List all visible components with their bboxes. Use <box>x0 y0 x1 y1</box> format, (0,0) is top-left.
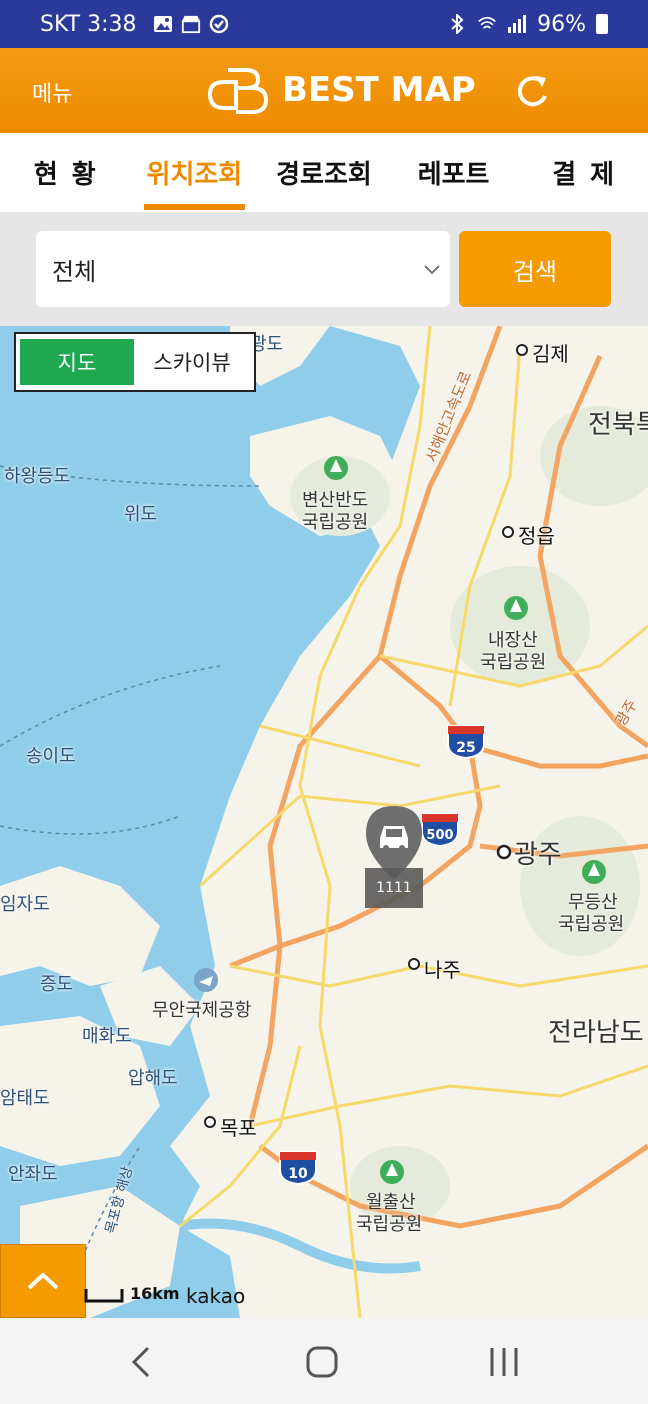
map-label-gwangju: 광주 <box>514 840 562 870</box>
highway-shield-25: 25 <box>446 724 486 760</box>
carrier-time: SKT 3:38 <box>40 11 137 37</box>
map-label-jeongeup: 정읍 <box>518 524 555 548</box>
battery-icon <box>596 14 608 34</box>
wifi-icon <box>477 14 497 34</box>
logo-text: BEST MAP <box>282 70 476 110</box>
svg-text:10: 10 <box>288 1166 308 1182</box>
map-label-hawangdeungdo: 하왕등도 <box>4 466 71 487</box>
map-type-toggle: 지도 스카이뷰 <box>14 332 256 392</box>
toggle-skyview-button[interactable]: 스카이뷰 <box>134 347 250 377</box>
menu-button[interactable]: 메뉴 <box>32 76 72 108</box>
map-label-amtaedo: 암태도 <box>0 1088 50 1109</box>
status-bar: SKT 3:38 96% <box>0 0 648 48</box>
home-button[interactable] <box>302 1342 342 1382</box>
vehicle-select[interactable]: 전체 <box>36 231 450 307</box>
tab-location[interactable]: 위치조회 <box>130 133 260 212</box>
recents-button[interactable] <box>484 1342 524 1382</box>
map-scale: 16km <box>84 1284 180 1303</box>
chevron-down-icon <box>424 265 440 275</box>
map-label-anjwado: 안좌도 <box>8 1164 58 1185</box>
map-label-naju: 나주 <box>424 958 461 982</box>
battery-percent: 96% <box>537 11 586 37</box>
refresh-button[interactable] <box>514 72 552 110</box>
map-view[interactable]: 김제 전북특 하왕등도 위도 변산반도 국립공원 정읍 내장산 국립공원 송이도… <box>0 326 648 1318</box>
store-icon <box>181 14 201 34</box>
signal-icon <box>507 14 527 34</box>
system-nav-bar <box>0 1318 648 1404</box>
chevron-up-icon <box>27 1272 59 1290</box>
home-icon <box>306 1346 338 1378</box>
map-label-aphaedo: 압해도 <box>128 1068 178 1089</box>
highway-shield-500: 500 <box>420 812 460 848</box>
app-header: 메뉴 BEST MAP <box>0 48 648 133</box>
gallery-icon <box>153 14 173 34</box>
vehicle-label: 1111 <box>365 868 423 908</box>
bluetooth-icon <box>447 14 467 34</box>
refresh-icon <box>517 76 547 107</box>
scroll-top-button[interactable] <box>0 1244 86 1318</box>
scale-bar-icon <box>84 1289 124 1303</box>
back-button[interactable] <box>122 1342 162 1382</box>
tab-report[interactable]: 레포트 <box>389 133 519 212</box>
highway-shield-10: 10 <box>278 1150 318 1186</box>
map-label-jeonnam: 전라남도 <box>548 1018 644 1048</box>
kakao-attribution: kakao <box>186 1284 246 1308</box>
logo-mark-icon <box>207 68 269 114</box>
search-button[interactable]: 검색 <box>459 231 611 307</box>
logo: BEST MAP <box>206 64 476 116</box>
map-label-jeungdo: 증도 <box>40 974 74 995</box>
map-label-park2: 국립공원 <box>480 652 547 673</box>
tab-payment[interactable]: 결제 <box>518 133 648 212</box>
back-icon <box>131 1346 150 1378</box>
map-label-wido: 위도 <box>124 504 158 525</box>
tab-bar: 현황 위치조회 경로조회 레포트 결제 <box>0 133 648 212</box>
svg-text:25: 25 <box>456 740 475 756</box>
map-label-park1: 국립공원 <box>302 512 369 533</box>
tab-status[interactable]: 현황 <box>0 133 130 212</box>
map-label-songido: 송이도 <box>26 746 76 767</box>
map-label-gimje: 김제 <box>532 342 569 366</box>
search-row: 전체 검색 <box>0 212 648 326</box>
map-base <box>0 326 648 1318</box>
map-label-park4: 국립공원 <box>356 1214 423 1235</box>
toggle-map-button[interactable]: 지도 <box>20 339 134 385</box>
check-circle-icon <box>209 14 229 34</box>
map-label-muan-airport: 무안국제공항 <box>152 1000 252 1021</box>
scale-label: 16km <box>130 1284 180 1303</box>
map-label-jeonbuk: 전북특 <box>588 410 648 440</box>
recents-icon <box>490 1348 518 1376</box>
select-value: 전체 <box>52 257 97 286</box>
map-label-mokpo: 목포 <box>220 1116 257 1140</box>
map-label-imjado: 임자도 <box>0 894 50 915</box>
tab-route[interactable]: 경로조회 <box>259 133 389 212</box>
map-label-maehwado: 매화도 <box>82 1026 132 1047</box>
svg-text:500: 500 <box>426 828 453 843</box>
map-label-park3: 국립공원 <box>558 914 625 935</box>
